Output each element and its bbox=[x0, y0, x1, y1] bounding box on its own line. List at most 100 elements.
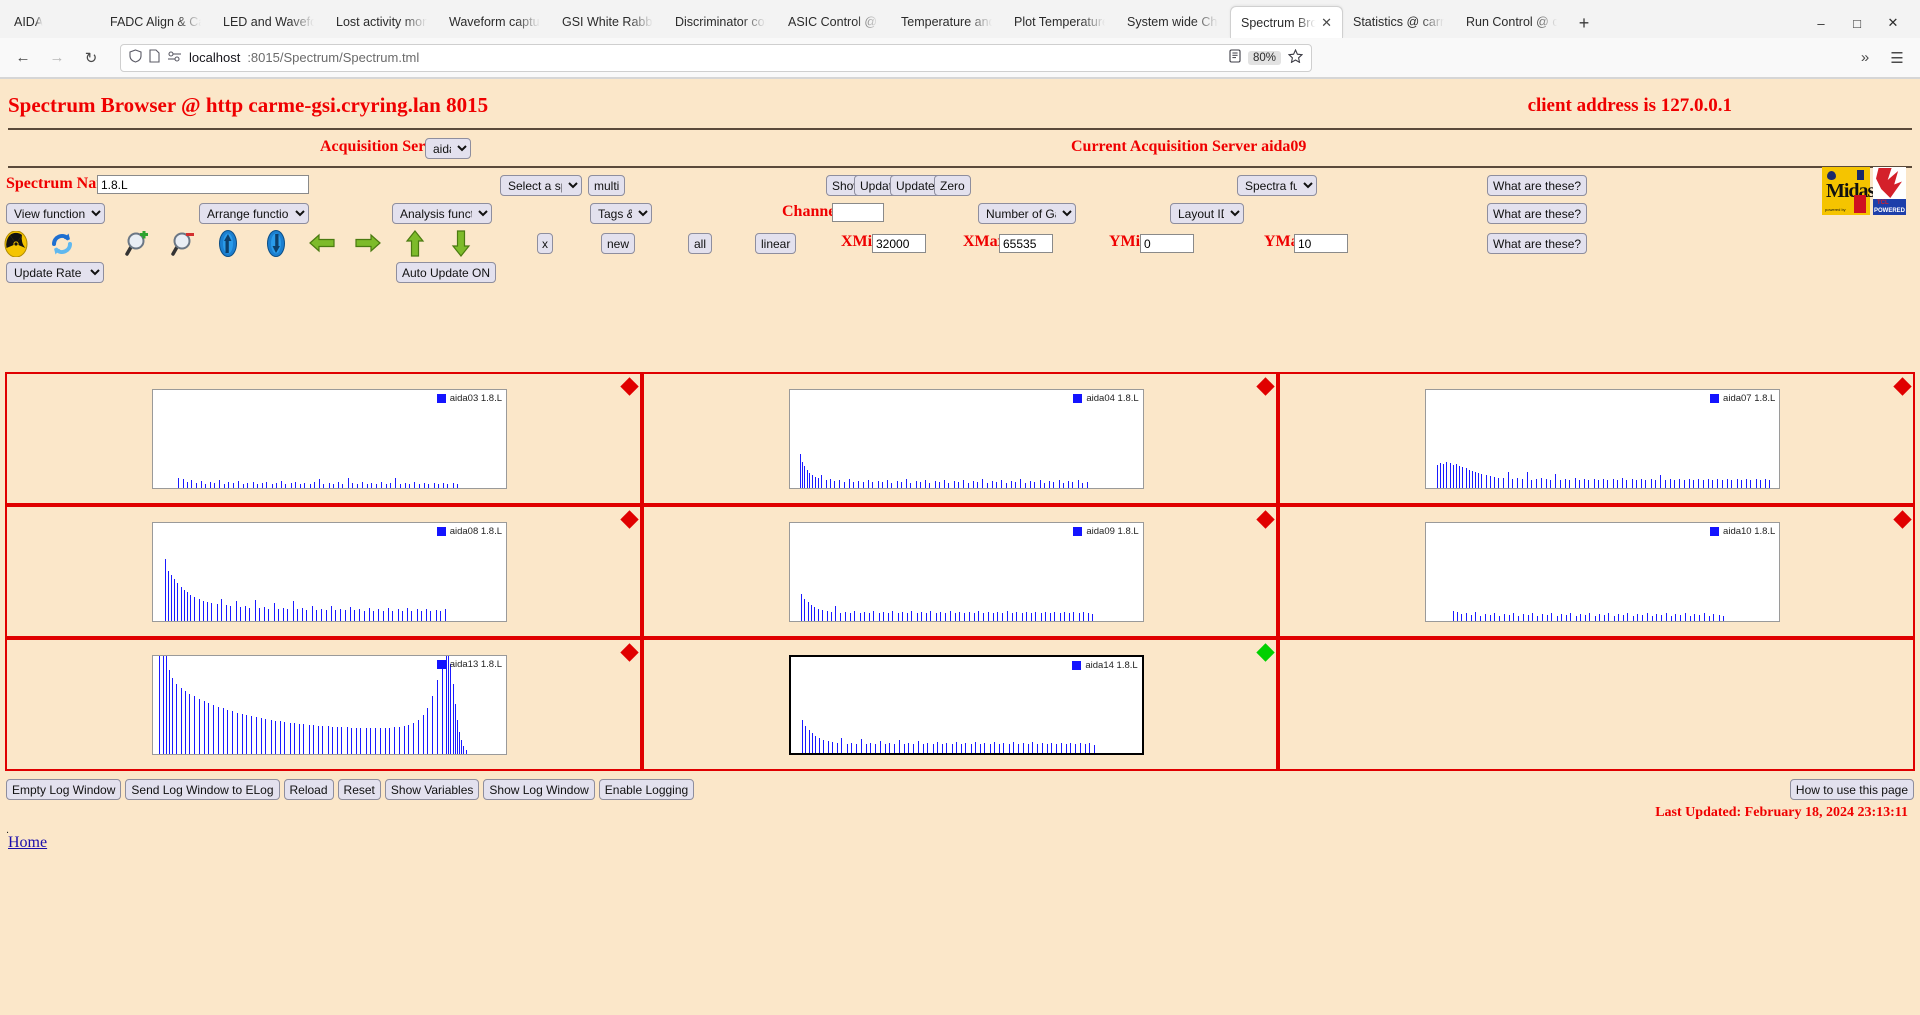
spectrum-panel[interactable]: 0.02.55.07.510.0350004000045000500005500… bbox=[1278, 505, 1916, 638]
reset-button[interactable]: Reset bbox=[337, 779, 381, 800]
forward-button[interactable]: → bbox=[42, 43, 72, 73]
how-to-use-this-page-button[interactable]: How to use this page bbox=[1789, 779, 1914, 800]
plot-canvas[interactable]: 0.02.55.07.510.0350004000045000500005500… bbox=[152, 655, 507, 755]
browser-tab[interactable]: Run Control @ ca bbox=[1456, 6, 1569, 38]
browser-tab[interactable]: AIDA bbox=[4, 6, 100, 38]
plot-canvas[interactable]: 0.02.55.07.510.0350004000045000500005500… bbox=[1425, 389, 1781, 489]
multi-button[interactable]: multi bbox=[588, 175, 626, 196]
status-marker-red[interactable] bbox=[619, 643, 639, 662]
what-are-these-button-2[interactable]: What are these? bbox=[1487, 203, 1588, 224]
plot-canvas[interactable]: 0.02.55.07.510.0350004000045000500005500… bbox=[788, 522, 1144, 622]
x-button[interactable]: x bbox=[537, 233, 553, 254]
spectrum-panel[interactable]: 0.02.55.07.510.0350004000045000500005500… bbox=[5, 505, 642, 638]
browser-tab[interactable]: Temperature and bbox=[891, 6, 1004, 38]
xmax-input[interactable] bbox=[999, 234, 1053, 253]
browser-tab[interactable]: FADC Align & Cal bbox=[100, 6, 213, 38]
browser-tab[interactable]: System wide Chec bbox=[1117, 6, 1230, 38]
home-link[interactable]: Home bbox=[8, 834, 47, 852]
tags-fits-dropdown[interactable]: Tags & Fits bbox=[590, 203, 652, 224]
close-tab-icon[interactable]: ✕ bbox=[1321, 15, 1332, 31]
spectra-functions-dropdown[interactable]: Spectra functions bbox=[1237, 175, 1317, 196]
browser-tab[interactable]: Statistics @ carme bbox=[1343, 6, 1456, 38]
new-tab-button[interactable]: + bbox=[1569, 8, 1599, 38]
arrow-up-icon[interactable] bbox=[404, 230, 430, 257]
browser-tab[interactable]: Plot Temperature bbox=[1004, 6, 1117, 38]
reload-button[interactable]: Reload bbox=[283, 779, 334, 800]
browser-tab[interactable]: Lost activity mon bbox=[326, 6, 439, 38]
zoom-level-indicator[interactable]: 80% bbox=[1247, 50, 1281, 65]
plot-canvas[interactable]: 0.02.55.07.510.0350004000045000500005500… bbox=[152, 522, 507, 622]
status-marker-green[interactable] bbox=[1256, 643, 1276, 662]
expand-up-icon[interactable] bbox=[266, 230, 292, 257]
select-spectrum-dropdown[interactable]: Select a spectrum bbox=[500, 175, 582, 196]
update-rate-dropdown[interactable]: Update Rate (4 secs) bbox=[6, 262, 104, 283]
spectrum-name-input[interactable] bbox=[97, 175, 309, 194]
plot-canvas[interactable]: 0.02.55.07.510.0350004000045000500005500… bbox=[1425, 522, 1781, 622]
zero-button[interactable]: Zero bbox=[934, 175, 971, 196]
new-button[interactable]: new bbox=[601, 233, 636, 254]
xmin-input[interactable] bbox=[872, 234, 926, 253]
enable-logging-button[interactable]: Enable Logging bbox=[598, 779, 695, 800]
spectrum-panel[interactable]: 0.02.55.07.510.0350004000045000500005500… bbox=[5, 372, 642, 505]
plot-canvas[interactable]: 0.02.55.07.510.0350004000045000500005500… bbox=[788, 655, 1144, 755]
view-functions-dropdown[interactable]: View functions bbox=[6, 203, 105, 224]
permissions-icon[interactable] bbox=[167, 50, 182, 66]
address-bar[interactable]: localhost:8015/Spectrum/Spectrum.tml 80% bbox=[120, 43, 1312, 72]
what-are-these-button-3[interactable]: What are these? bbox=[1487, 233, 1588, 254]
auto-update-button[interactable]: Auto Update ON bbox=[396, 262, 497, 283]
overflow-menu-button[interactable]: » bbox=[1850, 43, 1880, 73]
all-button[interactable]: all bbox=[688, 233, 713, 254]
histogram-bar bbox=[1578, 480, 1580, 488]
back-button[interactable]: ← bbox=[8, 43, 38, 73]
arrange-functions-dropdown[interactable]: Arrange functions bbox=[199, 203, 309, 224]
minimize-button[interactable]: – bbox=[1804, 8, 1838, 38]
spectrum-panel[interactable]: 0.02.55.07.510.0350004000045000500005500… bbox=[5, 638, 642, 771]
status-marker-red[interactable] bbox=[1256, 377, 1276, 396]
what-are-these-button-1[interactable]: What are these? bbox=[1487, 175, 1588, 196]
browser-tab[interactable]: ASIC Control @ c bbox=[778, 6, 891, 38]
close-window-button[interactable]: ✕ bbox=[1876, 8, 1910, 38]
spectrum-panel-empty[interactable] bbox=[1278, 638, 1916, 771]
radioactive-icon[interactable] bbox=[4, 230, 30, 258]
empty-log-window-button[interactable]: Empty Log Window bbox=[6, 779, 122, 800]
plot-canvas[interactable]: 0.02.55.07.510.0350004000045000500005500… bbox=[152, 389, 507, 489]
browser-tab[interactable]: GSI White Rabbit bbox=[552, 6, 665, 38]
reader-mode-icon[interactable] bbox=[1229, 49, 1241, 66]
browser-tab[interactable]: Spectrum Brows✕ bbox=[1230, 6, 1343, 38]
number-of-galleries-dropdown[interactable]: Number of Galleries bbox=[978, 203, 1076, 224]
expand-down-icon[interactable] bbox=[218, 230, 244, 257]
send-log-to-elog-button[interactable]: Send Log Window to ELog bbox=[125, 779, 280, 800]
zoom-in-icon[interactable] bbox=[124, 230, 150, 257]
spectrum-panel[interactable]: 0.02.55.07.510.0350004000045000500005500… bbox=[641, 638, 1279, 771]
reload-button[interactable]: ↻ bbox=[76, 43, 106, 73]
plot-canvas[interactable]: 0.02.55.07.510.0350004000045000500005500… bbox=[788, 389, 1144, 489]
acquisition-server-select[interactable]: aida09 bbox=[425, 138, 471, 159]
ymax-input[interactable] bbox=[1294, 234, 1348, 253]
arrow-down-icon[interactable] bbox=[450, 230, 476, 257]
status-marker-red[interactable] bbox=[1893, 377, 1912, 396]
channel-input[interactable] bbox=[832, 203, 884, 222]
arrow-left-icon[interactable] bbox=[308, 233, 335, 259]
arrow-right-icon[interactable] bbox=[354, 233, 381, 259]
bookmark-star-icon[interactable] bbox=[1287, 48, 1304, 66]
spectrum-panel[interactable]: 0.02.55.07.510.0350004000045000500005500… bbox=[1278, 372, 1916, 505]
zoom-out-icon[interactable] bbox=[170, 231, 196, 257]
browser-tab[interactable]: Discriminator cont bbox=[665, 6, 778, 38]
status-marker-red[interactable] bbox=[619, 510, 639, 529]
refresh-icon[interactable] bbox=[49, 231, 75, 257]
show-log-window-button[interactable]: Show Log Window bbox=[483, 779, 595, 800]
browser-tab[interactable]: LED and Waveform bbox=[213, 6, 326, 38]
show-variables-button[interactable]: Show Variables bbox=[384, 779, 480, 800]
analysis-functions-dropdown[interactable]: Analysis functions bbox=[392, 203, 492, 224]
maximize-button[interactable]: □ bbox=[1840, 8, 1874, 38]
spectrum-panel[interactable]: 0.02.55.07.510.0350004000045000500005500… bbox=[641, 372, 1279, 505]
status-marker-red[interactable] bbox=[1893, 510, 1912, 529]
ymin-input[interactable] bbox=[1140, 234, 1194, 253]
status-marker-red[interactable] bbox=[619, 377, 639, 396]
spectrum-panel[interactable]: 0.02.55.07.510.0350004000045000500005500… bbox=[641, 505, 1279, 638]
linear-button[interactable]: linear bbox=[755, 233, 797, 254]
app-menu-button[interactable]: ☰ bbox=[1882, 43, 1912, 73]
layout-id-dropdown[interactable]: Layout ID=4 bbox=[1170, 203, 1244, 224]
browser-tab[interactable]: Waveform capture bbox=[439, 6, 552, 38]
status-marker-red[interactable] bbox=[1256, 510, 1276, 529]
